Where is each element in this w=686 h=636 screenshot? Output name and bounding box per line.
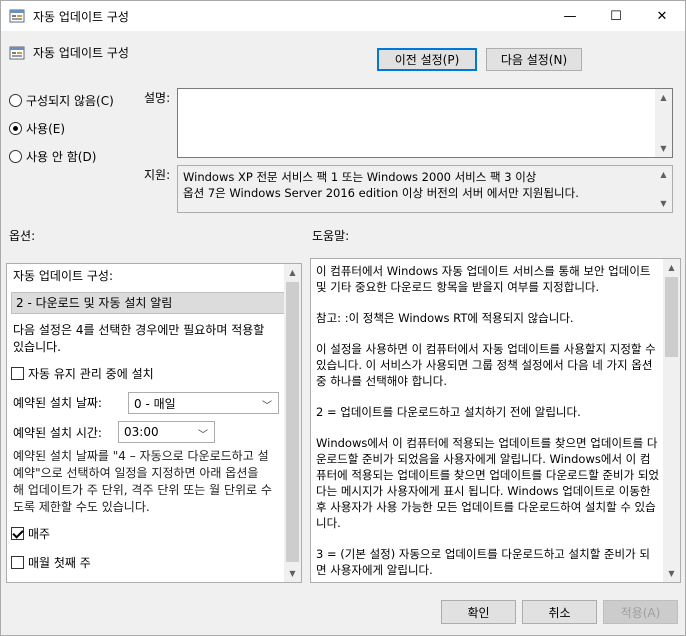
help-text: 이 컴퓨터에서 Windows 자동 업데이트 서비스를 통해 보안 업데이트 … [316, 263, 659, 582]
scroll-down-icon[interactable]: ▼ [663, 565, 680, 582]
supported-on-box: Windows XP 전문 서비스 팩 1 또는 Windows 2000 서비… [177, 165, 673, 213]
title-bar[interactable]: 자동 업데이트 구성 — ☐ ✕ [1, 1, 685, 31]
options-section-label: 옵션: [9, 229, 36, 243]
dialog-window: 자동 업데이트 구성 — ☐ ✕ 자동 업데이트 구성 이전 설정(P) 다음 … [0, 0, 686, 636]
first-week-label: 매월 첫째 주 [28, 556, 91, 570]
note-line-2: 있습니다. [13, 340, 61, 354]
weekly-label: 매주 [28, 527, 51, 541]
supported-scrollbar[interactable]: ▲ ▼ [655, 166, 672, 212]
maximize-button[interactable]: ☐ [593, 1, 639, 31]
comment-textbox[interactable]: ▲ ▼ [177, 88, 673, 158]
maintenance-checkbox-row[interactable]: 자동 유지 관리 중에 설치 [11, 365, 154, 382]
install-day-dropdown[interactable]: 0 - 매일 ﹀ [128, 392, 279, 414]
radio-not-configured-label: 구성되지 않음(C) [26, 94, 114, 108]
minimize-button[interactable]: — [547, 1, 593, 31]
schedule-note-line-2: 예약"으로 선택하여 일정을 지정하면 아래 옵션을 [13, 466, 259, 480]
window-title: 자동 업데이트 구성 [33, 10, 129, 24]
ok-button[interactable]: 확인 [441, 600, 516, 624]
cancel-button[interactable]: 취소 [522, 600, 597, 624]
options-scroll-thumb[interactable] [286, 282, 299, 562]
scroll-up-icon[interactable]: ▲ [655, 166, 672, 183]
apply-button[interactable]: 적용(A) [603, 600, 678, 624]
radio-disabled-circle[interactable] [9, 150, 22, 163]
install-time-dropdown[interactable]: 03:00 ﹀ [118, 421, 215, 443]
policy-setting-icon [9, 46, 25, 60]
previous-setting-button[interactable]: 이전 설정(P) [377, 48, 477, 71]
close-button[interactable]: ✕ [639, 1, 685, 31]
maximize-icon: ☐ [610, 8, 622, 24]
radio-disabled-label: 사용 안 함(D) [26, 150, 97, 164]
help-paragraph: 참고: :이 정책은 Windows RT에 적용되지 않습니다. [316, 311, 574, 325]
schedule-note-line-3: 해 업데이트가 주 단위, 격주 단위 또는 월 단위로 수 [13, 483, 272, 497]
policy-app-icon [9, 9, 25, 23]
options-scrollbar[interactable]: ▲ ▼ [284, 264, 301, 582]
supported-line-1: Windows XP 전문 서비스 팩 1 또는 Windows 2000 서비… [183, 170, 537, 184]
help-paragraph: 이 컴퓨터에서 Windows 자동 업데이트 서비스를 통해 보안 업데이트 … [316, 264, 651, 294]
scroll-up-icon[interactable]: ▲ [663, 259, 680, 276]
first-week-checkbox-row[interactable]: 매월 첫째 주 [11, 554, 91, 571]
help-scroll-thumb[interactable] [665, 277, 678, 357]
install-time-value: 03:00 [124, 425, 159, 439]
supported-label: 지원: [144, 168, 171, 182]
help-section-label: 도움말: [312, 229, 350, 243]
radio-enabled-label: 사용(E) [26, 122, 66, 136]
install-time-label: 예약된 설치 시간: [13, 426, 102, 440]
scroll-up-icon[interactable]: ▲ [284, 264, 301, 281]
schedule-note-line-4: 도록 제한할 수도 있습니다. [13, 500, 150, 514]
help-panel: 이 컴퓨터에서 Windows 자동 업데이트 서비스를 통해 보안 업데이트 … [310, 258, 681, 583]
maintenance-checkbox[interactable] [11, 367, 24, 380]
weekly-checkbox[interactable] [11, 527, 24, 540]
help-paragraph: Windows에서 이 컴퓨터에 적용되는 업데이트를 찾으면 업데이트를 다운… [316, 436, 659, 530]
weekly-checkbox-row[interactable]: 매주 [11, 525, 50, 542]
supported-line-2: 옵션 7은 Windows Server 2016 edition 이상 버전의… [183, 186, 579, 200]
scroll-down-icon[interactable]: ▼ [655, 140, 672, 157]
configure-label: 자동 업데이트 구성: [13, 269, 113, 283]
radio-not-configured-circle[interactable] [9, 94, 22, 107]
options-panel: 자동 업데이트 구성: 2 - 다운로드 및 자동 설치 알림 다음 설정은 4… [6, 263, 302, 583]
help-paragraph: 2 = 업데이트를 다운로드하고 설치하기 전에 알립니다. [316, 405, 581, 419]
close-icon: ✕ [656, 8, 668, 24]
help-paragraph: 이 설정을 사용하면 이 컴퓨터에서 자동 업데이트를 사용할지 지정할 수 있… [316, 342, 656, 388]
note-line-1: 다음 설정은 4를 선택한 경우에만 필요하며 적용할 [13, 323, 265, 337]
radio-enabled-circle[interactable] [9, 122, 22, 135]
install-day-value: 0 - 매일 [134, 396, 176, 411]
policy-name-label: 자동 업데이트 구성 [33, 46, 129, 60]
radio-not-configured[interactable]: 구성되지 않음(C) [9, 92, 114, 109]
install-day-label: 예약된 설치 날짜: [13, 396, 102, 410]
schedule-note-line-1: 예약된 설치 날짜를 "4 – 자동으로 다운로드하고 설 [13, 449, 269, 463]
scroll-up-icon[interactable]: ▲ [655, 89, 672, 106]
help-scrollbar[interactable]: ▲ ▼ [663, 259, 680, 582]
chevron-down-icon: ﹀ [198, 430, 208, 441]
configure-dropdown[interactable]: 2 - 다운로드 및 자동 설치 알림 [11, 292, 287, 314]
help-paragraph: 3 = (기본 설정) 자동으로 업데이트를 다운로드하고 설치할 준비가 되면… [316, 547, 650, 577]
next-setting-button[interactable]: 다음 설정(N) [486, 48, 582, 71]
chevron-down-icon: ﹀ [262, 401, 272, 412]
radio-disabled[interactable]: 사용 안 함(D) [9, 148, 96, 165]
scroll-down-icon[interactable]: ▼ [284, 565, 301, 582]
radio-enabled[interactable]: 사용(E) [9, 120, 65, 137]
comment-label: 설명: [144, 91, 171, 105]
minimize-icon: — [563, 8, 577, 24]
maintenance-label: 자동 유지 관리 중에 설치 [28, 367, 154, 381]
scroll-down-icon[interactable]: ▼ [655, 195, 672, 212]
comment-scrollbar[interactable]: ▲ ▼ [655, 89, 672, 157]
first-week-checkbox[interactable] [11, 556, 24, 569]
